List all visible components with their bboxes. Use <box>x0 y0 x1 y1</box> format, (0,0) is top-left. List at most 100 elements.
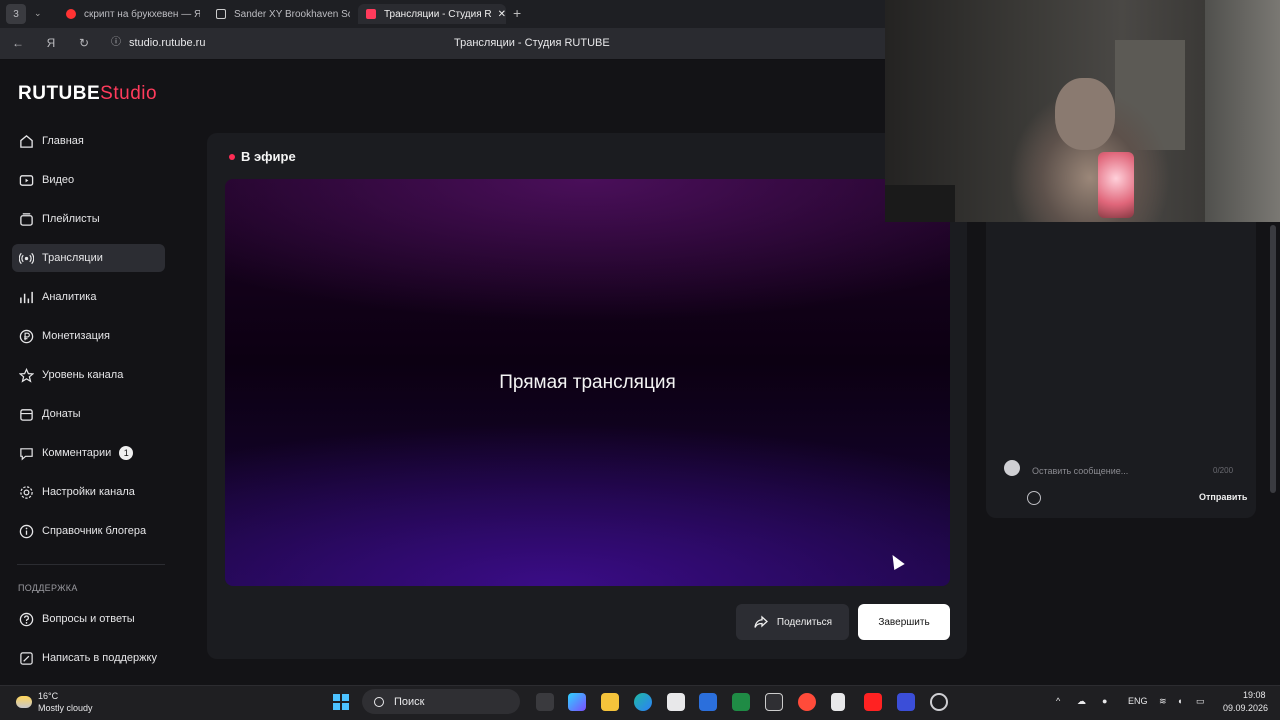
yandex-browser-icon[interactable] <box>798 693 816 711</box>
wifi-icon[interactable]: ≋ <box>1159 696 1167 707</box>
new-tab-button[interactable]: + <box>513 5 521 21</box>
yandex-icon[interactable]: Я <box>43 35 59 51</box>
sidebar-item-analytics[interactable]: Аналитика <box>12 283 165 311</box>
webcam-face <box>1055 78 1115 150</box>
tab-label: скрипт на брукхевен — Я <box>84 8 200 20</box>
live-status-text: В эфире <box>241 149 296 164</box>
clock-time[interactable]: 19:08 <box>1243 690 1266 700</box>
settings-icon <box>19 485 34 500</box>
back-icon[interactable]: ← <box>10 35 26 51</box>
battery-icon[interactable]: ▭ <box>1196 696 1205 707</box>
url-field[interactable]: studio.rutube.ru <box>129 37 205 49</box>
task-view-icon[interactable] <box>536 693 554 711</box>
chat-message-input[interactable]: Оставить сообщение... <box>1032 466 1128 476</box>
sidebar-item-label: Справочник блогера <box>42 525 147 537</box>
page-title: Трансляции - Студия RUTUBE <box>454 37 610 49</box>
sidebar-item-label: Вопросы и ответы <box>42 613 135 625</box>
comment-icon <box>19 446 34 461</box>
sidebar-item-label: Настройки канала <box>42 486 135 498</box>
stream-placeholder-text: Прямая трансляция <box>499 372 676 393</box>
ruble-icon <box>19 329 34 344</box>
share-icon <box>754 615 768 628</box>
sidebar-item-broadcasts[interactable]: Трансляции <box>12 244 165 272</box>
chat-char-counter: 0/200 <box>1213 466 1234 475</box>
tab-sander[interactable]: Sander XY Brookhaven Sc <box>208 4 350 24</box>
rutube-app-icon[interactable] <box>765 693 783 711</box>
home-icon <box>19 134 34 149</box>
yandex-icon[interactable] <box>864 693 882 711</box>
browser-tab-bar: 3 ⌄ скрипт на брукхевен — Я Sander XY Br… <box>0 0 885 28</box>
tab-count: 3 <box>13 8 19 20</box>
tab-script[interactable]: скрипт на брукхевен — Я <box>58 4 200 24</box>
sidebar-item-label: Уровень канала <box>42 369 124 381</box>
video-icon <box>19 173 34 188</box>
windows-start-icon[interactable] <box>333 694 349 710</box>
info-icon <box>19 524 34 539</box>
site-info-icon[interactable]: ⓘ <box>108 35 124 51</box>
onedrive-icon[interactable]: ☁ <box>1077 696 1086 707</box>
reload-icon[interactable]: ↻ <box>76 35 92 51</box>
defender-icon[interactable]: ● <box>1102 696 1107 706</box>
word-icon[interactable] <box>699 693 717 711</box>
support-heading: ПОДДЕРЖКА <box>18 583 78 593</box>
search-label: Поиск <box>394 695 425 708</box>
sidebar-item-label: Главная <box>42 135 84 147</box>
volume-icon[interactable]: ◖ <box>1177 696 1182 706</box>
store-icon[interactable] <box>667 693 685 711</box>
sidebar-item-label: Комментарии <box>42 447 112 459</box>
obs-icon[interactable] <box>930 693 948 711</box>
sidebar-item-monetization[interactable]: Монетизация <box>12 322 165 350</box>
sidebar-item-video[interactable]: Видео <box>12 166 165 194</box>
sidebar-item-label: Монетизация <box>42 330 110 342</box>
sidebar-item-playlists[interactable]: Плейлисты <box>12 205 165 233</box>
input-language[interactable]: ENG <box>1128 696 1148 706</box>
close-tab-icon[interactable]: ✕ <box>498 9 506 20</box>
sidebar-item-blogger-guide[interactable]: Справочник блогера <box>12 517 165 545</box>
edge-icon[interactable] <box>634 693 652 711</box>
clock-date[interactable]: 09.09.2026 <box>1223 703 1268 713</box>
weather-temperature[interactable]: 16°C <box>38 691 58 701</box>
tab-list-chevron-icon[interactable]: ⌄ <box>34 8 42 19</box>
sidebar-item-faq[interactable]: Вопросы и ответы <box>12 605 165 633</box>
excel-icon[interactable] <box>732 693 750 711</box>
question-icon <box>19 612 34 627</box>
logo-brand: RUTUBE <box>18 83 101 104</box>
send-button[interactable]: Отправить <box>1199 492 1247 502</box>
sidebar-item-channel-level[interactable]: Уровень канала <box>12 361 165 389</box>
rutube-studio-logo[interactable]: RUTUBEStudio <box>18 83 157 105</box>
file-explorer-icon[interactable] <box>601 693 619 711</box>
webcam-background-shelf <box>885 185 955 222</box>
page-scrollbar[interactable] <box>1270 225 1276 493</box>
weather-cloud-icon[interactable] <box>16 696 32 708</box>
sidebar-item-donations[interactable]: Донаты <box>12 400 165 428</box>
notepad-icon[interactable] <box>831 693 845 711</box>
roblox-studio-icon[interactable] <box>897 693 915 711</box>
document-tab-icon <box>216 9 226 19</box>
sidebar-item-comments[interactable]: Комментарии 1 <box>12 439 165 467</box>
broadcast-icon <box>19 251 34 266</box>
emoji-icon[interactable] <box>1027 491 1041 505</box>
search-icon <box>374 696 384 707</box>
copilot-icon[interactable] <box>568 693 586 711</box>
sidebar-item-label: Написать в поддержку <box>42 652 157 664</box>
tab-label: Sander XY Brookhaven Sc <box>234 8 350 20</box>
tray-overflow-icon[interactable]: ^ <box>1056 696 1060 706</box>
taskbar-search[interactable]: Поиск <box>362 689 520 714</box>
sidebar-divider <box>17 564 165 565</box>
tab-rutube[interactable]: Трансляции - Студия R ✕ <box>358 4 506 24</box>
sidebar-item-label: Плейлисты <box>42 213 100 225</box>
tab-count-badge[interactable]: 3 <box>6 4 26 24</box>
finish-stream-button[interactable]: Завершить <box>858 604 950 640</box>
webcam-background-curtain <box>1205 0 1280 222</box>
sidebar-item-label: Аналитика <box>42 291 97 303</box>
sidebar-item-label: Донаты <box>42 408 81 420</box>
sidebar-item-home[interactable]: Главная <box>12 127 165 155</box>
sidebar-item-contact-support[interactable]: Написать в поддержку <box>12 644 165 672</box>
share-button[interactable]: Поделиться <box>736 604 849 640</box>
weather-description[interactable]: Mostly cloudy <box>38 703 93 713</box>
webcam-phone-light <box>1098 152 1134 218</box>
rutube-tab-icon <box>366 9 376 19</box>
tab-label: Трансляции - Студия R <box>384 8 492 20</box>
comments-count-badge: 1 <box>119 446 134 460</box>
sidebar-item-channel-settings[interactable]: Настройки канала <box>12 478 165 506</box>
